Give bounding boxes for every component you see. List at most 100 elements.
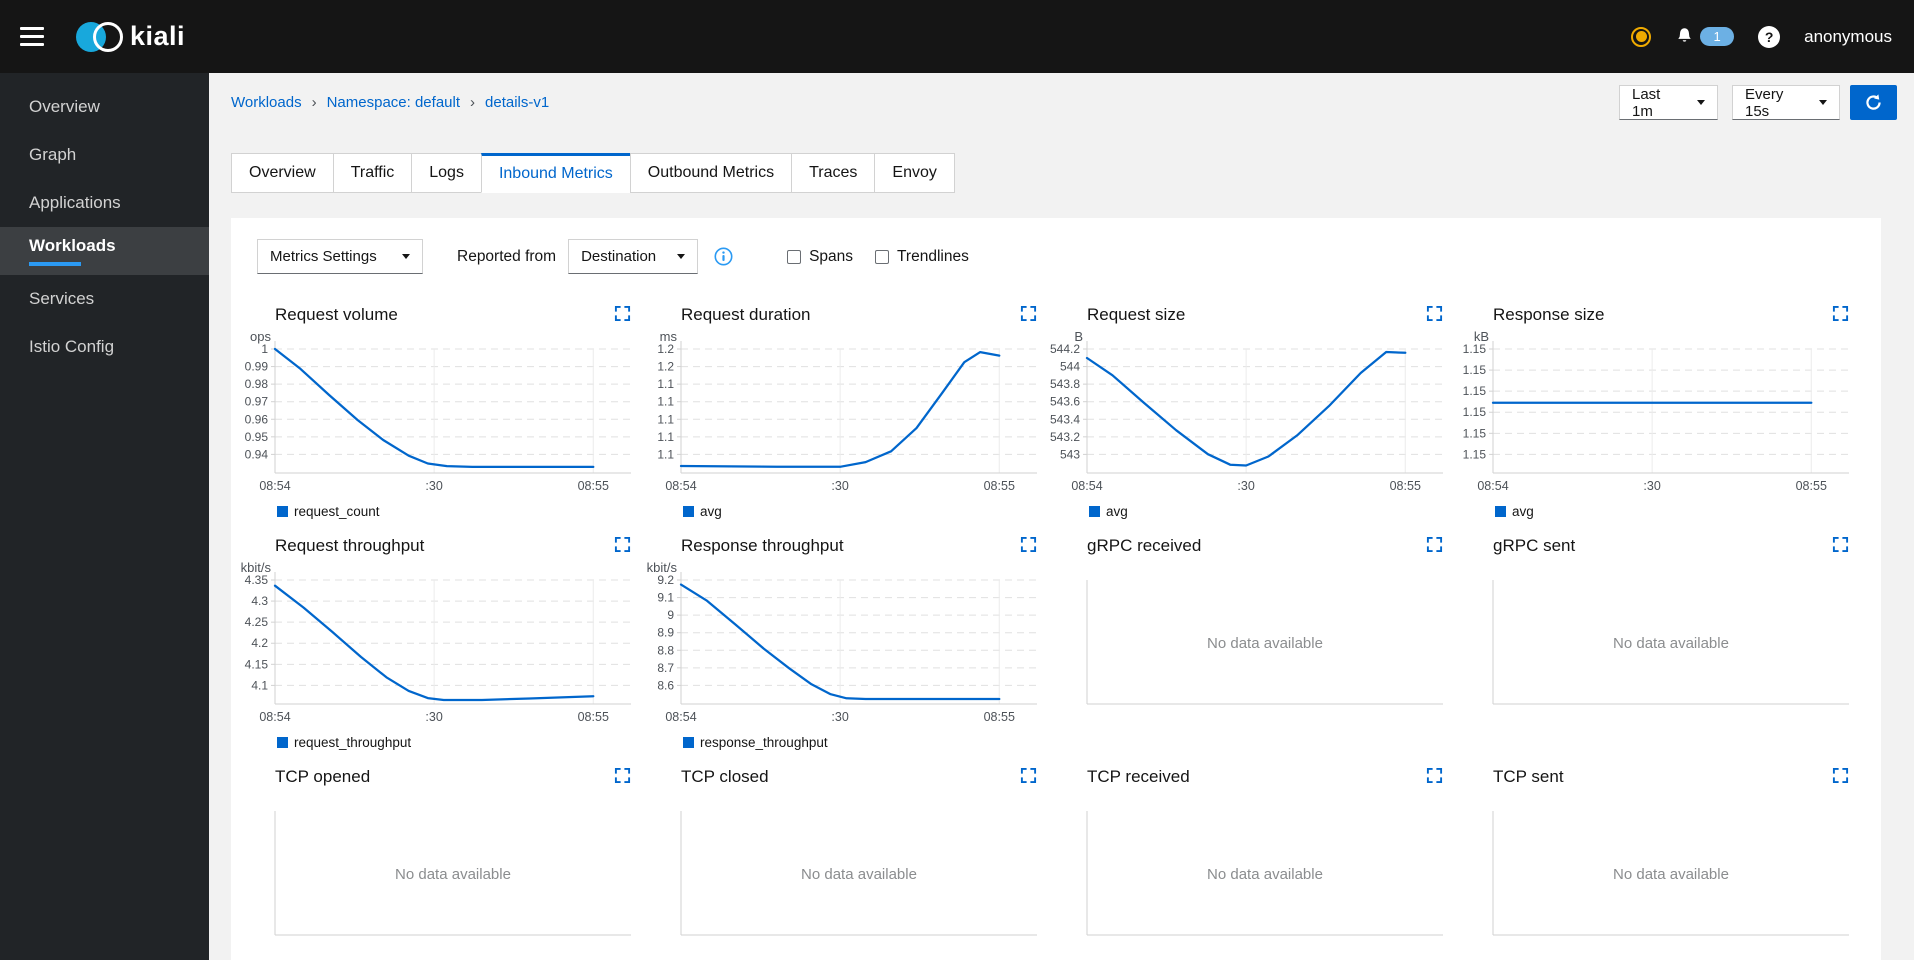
- expand-icon: [614, 305, 631, 322]
- no-data-message: No data available: [1207, 866, 1323, 883]
- expand-chart-button[interactable]: [614, 305, 631, 322]
- chart-title: TCP closed: [681, 767, 769, 786]
- expand-chart-button[interactable]: [1426, 536, 1443, 553]
- legend-swatch-icon: [277, 505, 288, 517]
- trendlines-toggle[interactable]: Trendlines: [875, 248, 969, 266]
- chart-title: gRPC received: [1087, 536, 1202, 555]
- tab-traces[interactable]: Traces: [791, 153, 876, 193]
- refresh-button[interactable]: [1850, 85, 1897, 120]
- expand-chart-button[interactable]: [1020, 536, 1037, 553]
- expand-chart-button[interactable]: [1426, 305, 1443, 322]
- legend-item-response-throughput[interactable]: response_throughput: [683, 733, 1037, 751]
- reported-from-select[interactable]: Destination: [568, 239, 699, 274]
- tab-inbound-metrics[interactable]: Inbound Metrics: [480, 153, 631, 193]
- legend-item-avg[interactable]: avg: [1495, 502, 1849, 520]
- y-tick-label: 4.25: [245, 615, 269, 629]
- legend-label: avg: [700, 503, 722, 519]
- y-tick-label: 543.8: [1050, 377, 1080, 391]
- tab-outbound-metrics[interactable]: Outbound Metrics: [629, 153, 793, 193]
- legend-item-avg[interactable]: avg: [683, 502, 1037, 520]
- expand-icon: [1426, 305, 1443, 322]
- legend-item-request-throughput[interactable]: request_throughput: [277, 733, 631, 751]
- expand-chart-button[interactable]: [1020, 305, 1037, 322]
- sidebar-item-graph[interactable]: Graph: [0, 131, 209, 179]
- duration-select[interactable]: Last 1m: [1619, 85, 1718, 120]
- breadcrumb-current-workload[interactable]: details-v1: [485, 94, 549, 111]
- istio-status-icon[interactable]: [1631, 26, 1652, 47]
- y-tick-label: 543: [1060, 447, 1080, 461]
- y-tick-label: 0.97: [245, 395, 269, 409]
- refresh-interval-select[interactable]: Every 15s: [1732, 85, 1840, 120]
- breadcrumb-link-workloads[interactable]: Workloads: [231, 94, 302, 111]
- x-tick-label: 08:54: [665, 479, 696, 493]
- sidebar-item-label: Workloads: [29, 236, 209, 266]
- chevron-down-icon: [677, 254, 686, 259]
- chart-canvas: No data available: [274, 811, 631, 936]
- no-data-message: No data available: [801, 866, 917, 883]
- expand-chart-button[interactable]: [1832, 305, 1849, 322]
- legend-label: avg: [1512, 503, 1534, 519]
- info-icon[interactable]: [714, 247, 733, 266]
- expand-icon: [614, 536, 631, 553]
- expand-chart-button[interactable]: [1426, 767, 1443, 784]
- y-tick-label: 1: [261, 342, 268, 356]
- sidebar-item-services[interactable]: Services: [0, 275, 209, 323]
- expand-chart-button[interactable]: [1832, 767, 1849, 784]
- nav-toggle-button[interactable]: [20, 25, 46, 48]
- tab-overview[interactable]: Overview: [231, 153, 334, 193]
- legend-item-avg[interactable]: avg: [1089, 502, 1443, 520]
- no-data-message: No data available: [1613, 635, 1729, 652]
- legend-label: request_throughput: [294, 734, 412, 750]
- chart-title: TCP opened: [275, 767, 371, 786]
- expand-chart-button[interactable]: [1832, 536, 1849, 553]
- y-tick-label: 9.2: [657, 573, 674, 587]
- chart-canvas: kbit/s4.354.34.254.24.154.108:54:30 08:55: [241, 560, 631, 724]
- no-data-message: No data available: [1613, 866, 1729, 883]
- notifications-button[interactable]: 1: [1675, 27, 1735, 46]
- y-tick-label: 0.95: [245, 430, 269, 444]
- x-tick-label: 08:54: [259, 710, 290, 724]
- chart-canvas: No data available: [680, 811, 1037, 936]
- spans-checkbox[interactable]: [787, 249, 802, 264]
- y-tick-label: 0.96: [245, 412, 269, 426]
- expand-chart-button[interactable]: [614, 767, 631, 784]
- sidebar-item-workloads[interactable]: Workloads: [0, 227, 209, 275]
- breadcrumb-separator-icon: ›: [470, 94, 476, 111]
- bell-icon: [1678, 28, 1691, 42]
- y-tick-label: 9: [667, 608, 674, 622]
- y-tick-label: 1.1: [657, 430, 674, 444]
- x-tick-label: :30: [425, 710, 442, 724]
- trendlines-checkbox[interactable]: [875, 249, 890, 264]
- legend-label: response_throughput: [700, 734, 828, 750]
- expand-chart-button[interactable]: [1020, 767, 1037, 784]
- expand-chart-button[interactable]: [614, 536, 631, 553]
- chart-title: Request duration: [681, 305, 811, 324]
- legend-item-request-count[interactable]: request_count: [277, 502, 631, 520]
- x-tick-label: 08:55: [984, 710, 1015, 724]
- chart-title: Response size: [1493, 305, 1605, 324]
- sidebar-item-istio-config[interactable]: Istio Config: [0, 323, 209, 371]
- sidebar-item-overview[interactable]: Overview: [0, 83, 209, 131]
- x-tick-label: 08:54: [665, 710, 696, 724]
- x-tick-label: :30: [1237, 479, 1254, 493]
- y-tick-label: 1.15: [1463, 447, 1487, 461]
- user-menu[interactable]: anonymous: [1804, 27, 1892, 47]
- chart-grpc-sent: gRPC sent No data available: [1451, 534, 1849, 751]
- sidebar-item-applications[interactable]: Applications: [0, 179, 209, 227]
- chart-canvas: No data available: [1086, 811, 1443, 936]
- help-icon[interactable]: ?: [1758, 25, 1781, 48]
- expand-icon: [1426, 767, 1443, 784]
- chart-canvas: kbit/s9.29.198.98.88.78.608:54:30 08:55: [647, 560, 1037, 724]
- tab-logs[interactable]: Logs: [411, 153, 482, 193]
- tab-envoy[interactable]: Envoy: [874, 153, 955, 193]
- breadcrumb-link-namespace[interactable]: Namespace: default: [327, 94, 460, 111]
- sidebar: Overview Graph Applications Workloads Servic…: [0, 73, 209, 960]
- kiali-logo-icon: [76, 21, 124, 53]
- expand-icon: [1832, 536, 1849, 553]
- brand-name: kiali: [130, 21, 186, 51]
- tab-traffic[interactable]: Traffic: [332, 153, 413, 193]
- x-tick-label: 08:55: [1390, 479, 1421, 493]
- metrics-settings-dropdown[interactable]: Metrics Settings: [257, 239, 423, 274]
- spans-toggle[interactable]: Spans: [787, 248, 853, 266]
- y-tick-label: 543.6: [1050, 395, 1080, 409]
